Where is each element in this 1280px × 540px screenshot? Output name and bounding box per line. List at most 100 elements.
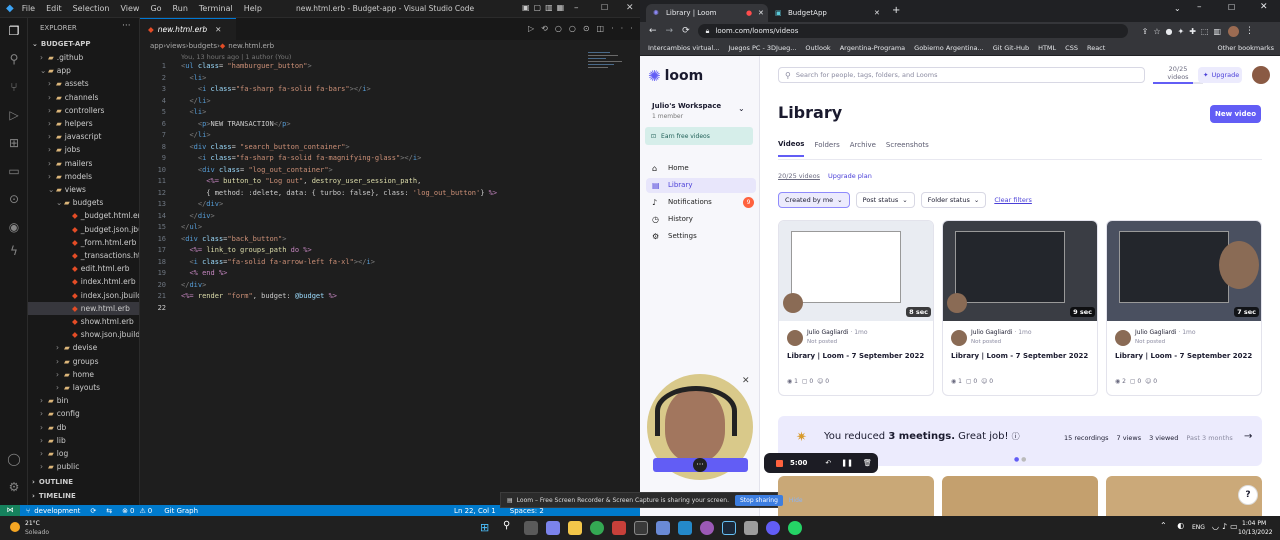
tree-file[interactable]: ◆ _form.html.erb xyxy=(28,236,139,249)
menu-go[interactable]: Go xyxy=(150,4,161,13)
menu-terminal[interactable]: Terminal xyxy=(199,4,233,13)
bookmark-item[interactable]: Juegos PC - 3DJueg... xyxy=(728,44,796,52)
earn-free-videos[interactable]: ⊡ Earn free videos xyxy=(645,127,753,145)
minimize-icon[interactable]: – xyxy=(574,3,579,13)
bubble-options-icon[interactable]: ··· xyxy=(693,458,707,472)
pause-icon[interactable]: ❚❚ xyxy=(841,459,853,467)
bookmark-item[interactable]: CSS xyxy=(1065,44,1078,52)
layout-icons[interactable]: ▣▢▥▦ xyxy=(522,3,568,12)
tree-folder[interactable]: › ▰ channels xyxy=(28,91,139,104)
code-line[interactable]: <i class="fa-solid fa-arrow-left fa-xl">… xyxy=(181,258,374,266)
bookmark-item[interactable]: Intercambios virtual... xyxy=(648,44,719,52)
filter-folder-status[interactable]: Folder status ⌄ xyxy=(920,192,987,208)
steam-icon[interactable] xyxy=(722,521,736,535)
tab-screenshots[interactable]: Screenshots xyxy=(886,141,929,156)
tree-folder[interactable]: › ▰ bin xyxy=(28,394,139,407)
bookmark-item[interactable]: Argentina-Programa xyxy=(840,44,905,52)
code-line[interactable]: <li> xyxy=(181,108,206,116)
branch-name[interactable]: development xyxy=(34,507,80,515)
profile-avatar[interactable] xyxy=(1228,25,1240,37)
clock-date[interactable]: 10/13/2022 xyxy=(1238,529,1273,536)
more-actions-icon[interactable]: ··· xyxy=(122,21,131,31)
tree-folder[interactable]: › ▰ .github xyxy=(28,51,139,64)
tree-folder[interactable]: › ▰ jobs xyxy=(28,143,139,156)
weather-temp[interactable]: 21°C xyxy=(25,520,40,527)
git-graph-status[interactable]: Git Graph xyxy=(164,507,198,515)
manage-gear-icon[interactable]: ⚙ xyxy=(6,480,22,494)
video-thumbnail[interactable]: 9 sec xyxy=(943,221,1097,321)
timeline-section[interactable]: › TIMELINE xyxy=(32,492,76,500)
tree-file[interactable]: ◆_budget.json.jbu... xyxy=(28,223,139,236)
new-video-button[interactable]: New video xyxy=(1210,105,1261,123)
remote-icon[interactable]: ⋈ xyxy=(0,505,20,516)
video-card[interactable]: 8 sec Julio Gagliardi · 1mo Not posted Libr… xyxy=(778,220,934,396)
nav-item-notifications[interactable]: ♪ Notifications 9 xyxy=(646,195,756,210)
tree-file[interactable]: ◆ show.html.erb xyxy=(28,315,139,328)
stop-record-icon[interactable] xyxy=(776,459,783,467)
tab-library-loom[interactable]: ✺ Library | Loom ● ✕ xyxy=(646,4,768,22)
tree-file[interactable]: ◆ index.html.erb xyxy=(28,275,139,288)
outline-section[interactable]: › OUTLINE xyxy=(32,478,73,486)
restart-icon[interactable]: ↶ xyxy=(825,459,831,467)
menu-edit[interactable]: Edit xyxy=(46,4,62,13)
code-line[interactable]: <i class="fa-sharp fa-solid fa-bars"></i… xyxy=(181,85,371,93)
code-line[interactable]: <%= render "form", budget: @budget %> xyxy=(181,292,337,300)
bookmark-item[interactable]: Git Git-Hub xyxy=(993,44,1029,52)
task-view-icon[interactable] xyxy=(524,521,538,535)
tab-search-icon[interactable]: ⌄ xyxy=(1174,4,1181,13)
live-share-status-icon[interactable]: ⇆ xyxy=(106,507,112,515)
code-line[interactable]: <ul class= "hamburguer_button"> xyxy=(181,62,312,70)
video-quota[interactable]: 20/25 videos xyxy=(1153,65,1203,84)
menu-view[interactable]: View xyxy=(120,4,139,13)
breadcrumb-item[interactable]: app xyxy=(150,42,163,50)
lightning-icon[interactable]: ϟ xyxy=(6,244,22,258)
banner-pager[interactable]: ● ● xyxy=(1014,456,1026,463)
video-title[interactable]: Library | Loom - 7 September 2022 xyxy=(1115,352,1252,360)
code-line[interactable]: </div> xyxy=(181,200,223,208)
reload-icon[interactable]: ⟳ xyxy=(682,26,690,36)
nav-item-history[interactable]: ◷ History xyxy=(646,212,756,227)
tab-close-icon[interactable]: ✕ xyxy=(758,4,764,22)
code-line[interactable]: </li> xyxy=(181,131,210,139)
tree-folder[interactable]: ⌄ ▰ budgets xyxy=(28,196,139,209)
minimap[interactable] xyxy=(588,52,628,92)
live-share-icon[interactable]: ◉ xyxy=(6,220,22,234)
maximize-icon[interactable]: ☐ xyxy=(1228,3,1235,12)
minimize-icon[interactable]: – xyxy=(1197,2,1202,12)
tab-videos[interactable]: Videos xyxy=(778,140,805,157)
remote-explorer-icon[interactable]: ▭ xyxy=(6,164,22,178)
cursor-position[interactable]: Ln 22, Col 1 xyxy=(454,507,496,515)
tree-folder[interactable]: › ▰ log xyxy=(28,447,139,460)
search-taskbar-icon[interactable]: ⚲ xyxy=(503,520,510,531)
start-icon[interactable]: ⊞ xyxy=(480,521,489,534)
tree-folder[interactable]: ⌄ ▰ app xyxy=(28,64,139,77)
tray-icons[interactable]: ⌃ ◐ xyxy=(1160,521,1188,530)
sync-icon[interactable]: ⟳ xyxy=(90,507,96,515)
project-root[interactable]: ⌄ BUDGET-APP xyxy=(32,40,91,48)
tree-folder[interactable]: › ▰ mailers xyxy=(28,157,139,170)
video-card[interactable]: 9 sec Julio Gagliardi · 1mo Not posted Libr… xyxy=(942,220,1098,396)
hide-button[interactable]: Hide xyxy=(789,497,803,504)
new-tab-icon[interactable]: + xyxy=(892,5,900,16)
weather-desc[interactable]: Soleado xyxy=(25,529,49,536)
nav-item-library[interactable]: ▤ Library xyxy=(646,178,756,193)
run-debug-icon[interactable]: ▷ xyxy=(6,108,22,122)
menu-help[interactable]: Help xyxy=(244,4,262,13)
video-thumbnail-partial[interactable] xyxy=(942,476,1098,516)
app-icon[interactable] xyxy=(656,521,670,535)
tree-file[interactable]: ◆show.json.jbuilder xyxy=(28,328,139,341)
loom-taskbar-icon[interactable] xyxy=(766,521,780,535)
bookmark-item[interactable]: React xyxy=(1087,44,1105,52)
workspace-switcher[interactable]: Julio's Workspace 1 member ⌄ xyxy=(646,98,752,122)
code-line[interactable]: </ul> xyxy=(181,223,202,231)
arrow-right-icon[interactable]: → xyxy=(1244,431,1252,442)
editor-actions[interactable]: ▷⟲○○⊙◫··· xyxy=(528,24,640,33)
tree-folder[interactable]: › ▰ devise xyxy=(28,341,139,354)
code-line[interactable]: <div class="back_button"> xyxy=(181,235,286,243)
code-line[interactable]: <% end %> xyxy=(181,269,227,277)
vscode-taskbar-icon[interactable] xyxy=(678,521,692,535)
forward-icon[interactable]: → xyxy=(666,26,674,36)
menu-selection[interactable]: Selection xyxy=(73,4,110,13)
code-line[interactable]: <%= button_to "Log out", destroy_user_se… xyxy=(181,177,421,185)
tree-folder[interactable]: › ▰ models xyxy=(28,170,139,183)
